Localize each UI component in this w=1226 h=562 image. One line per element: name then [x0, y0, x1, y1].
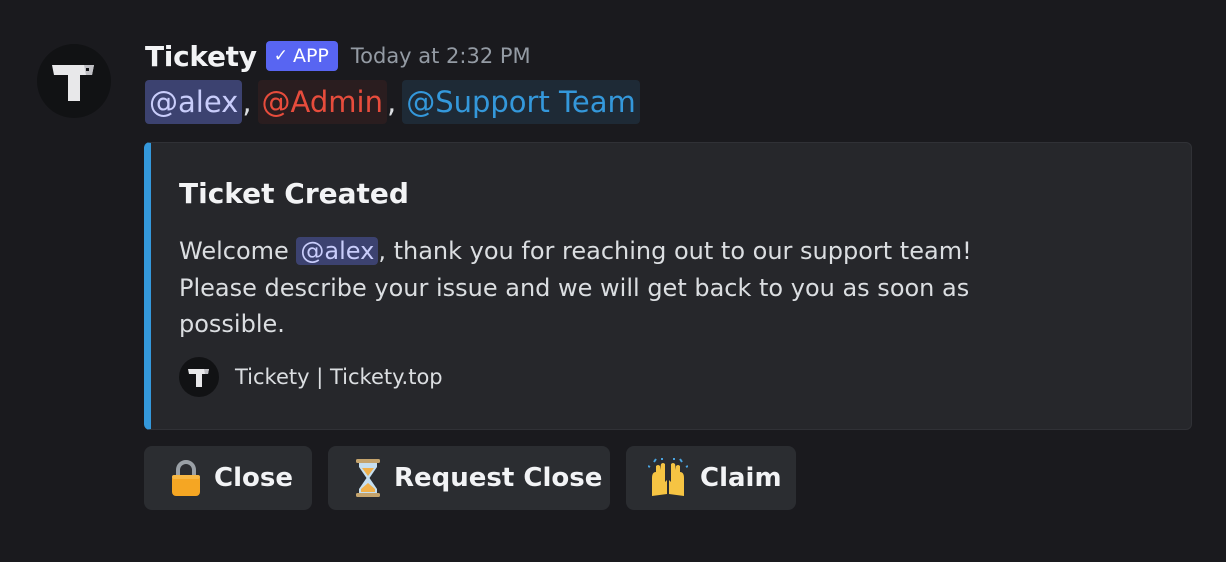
claim-button[interactable]: Claim: [626, 446, 796, 510]
embed-title: Ticket Created: [179, 177, 409, 210]
embed-footer: Tickety | Tickety.top: [179, 357, 443, 397]
lock-icon: [170, 459, 202, 497]
mention-separator: ,: [386, 85, 397, 119]
mention-separator: ,: [242, 85, 252, 119]
app-badge-label: APP: [292, 45, 329, 67]
embed-description-line: Welcome @alex, thank you for reaching ou…: [179, 233, 1079, 270]
message-timestamp[interactable]: Today at 2:32 PM: [351, 44, 531, 68]
mention-user-alex[interactable]: @alex: [145, 80, 243, 124]
bot-message: Tickety ✓ APP Today at 2:32 PM @alex , @…: [0, 0, 1226, 562]
close-button[interactable]: Close: [144, 446, 312, 510]
mention-line: @alex , @Admin , @Support Team: [145, 80, 640, 124]
footer-logo-icon: [179, 357, 219, 397]
author-name[interactable]: Tickety: [145, 40, 257, 73]
embed-description: Welcome @alex, thank you for reaching ou…: [179, 233, 1079, 343]
mention-role-admin[interactable]: @Admin: [257, 80, 387, 124]
app-badge: ✓ APP: [265, 41, 338, 71]
embed-description-line: possible.: [179, 310, 285, 338]
welcome-text: Welcome: [179, 237, 289, 265]
message-header: Tickety ✓ APP Today at 2:32 PM: [145, 36, 531, 76]
thanks-text: , thank you for reaching out to our supp…: [378, 237, 972, 265]
embed-mention-alex[interactable]: @alex: [296, 237, 379, 265]
request-close-button-label: Request Close: [394, 463, 603, 493]
tickety-logo-icon: [52, 65, 94, 101]
footer-text: Tickety | Tickety.top: [235, 365, 443, 389]
ticket-embed: Ticket Created Welcome @alex, thank you …: [144, 142, 1192, 430]
bot-avatar[interactable]: [37, 44, 111, 118]
close-button-label: Close: [214, 463, 293, 493]
claim-button-label: Claim: [700, 463, 782, 493]
mention-role-support-team[interactable]: @Support Team: [402, 80, 640, 124]
verified-check-icon: ✓: [273, 46, 288, 66]
embed-description-line: Please describe your issue and we will g…: [179, 273, 970, 302]
raised-hands-icon: [648, 458, 688, 498]
hourglass-icon: [354, 458, 382, 498]
action-row: Close Request Close Claim: [144, 446, 796, 510]
request-close-button[interactable]: Request Close: [328, 446, 610, 510]
